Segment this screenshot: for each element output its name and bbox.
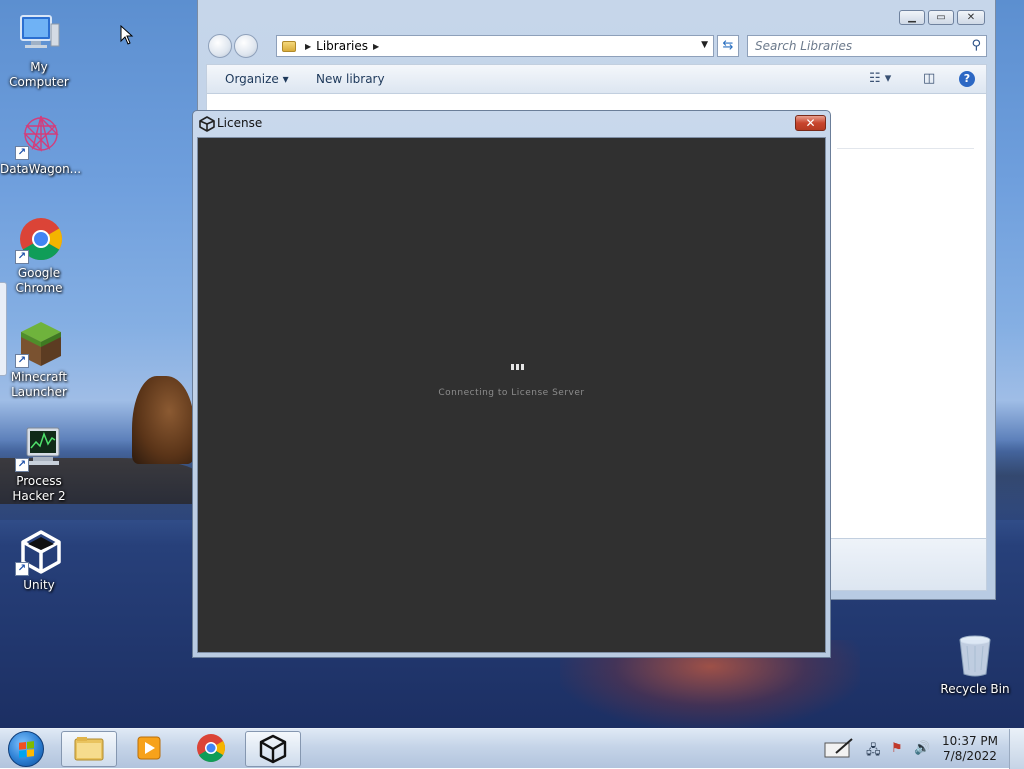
license-dialog[interactable]: License ✕ Connecting to License Server: [192, 110, 831, 658]
content-divider: [837, 148, 974, 149]
taskbar-unity-button[interactable]: [245, 731, 301, 767]
maximize-button[interactable]: ▭: [928, 10, 954, 25]
dialog-client-area: Connecting to License Server: [197, 137, 826, 653]
unity-icon: [259, 734, 287, 764]
desktop-icon-unity[interactable]: ↗ Unity: [0, 528, 78, 593]
organize-label: Organize: [225, 72, 279, 86]
help-icon[interactable]: ?: [959, 71, 975, 87]
chrome-icon: ↗: [15, 216, 63, 264]
back-button[interactable]: [208, 34, 232, 58]
shortcut-arrow-icon: ↗: [15, 354, 29, 368]
desktop-icon-datawagon[interactable]: ↗ DataWagon...: [0, 112, 82, 177]
minimize-button[interactable]: ▁: [899, 10, 925, 25]
volume-icon[interactable]: 🔊: [914, 741, 930, 756]
desktop-icon-label: Recycle Bin: [940, 682, 1010, 696]
pen-tablet-icon[interactable]: [824, 737, 854, 763]
search-icon[interactable]: ⚲: [971, 36, 981, 56]
breadcrumb-arrow-icon[interactable]: ▶: [305, 42, 311, 51]
windows-logo-icon: [19, 741, 34, 758]
taskbar-explorer-button[interactable]: [61, 731, 117, 767]
recycle-bin-icon: [951, 632, 999, 680]
desktop-icon-label: Google Chrome: [15, 266, 63, 295]
minecraft-icon: ↗: [15, 320, 63, 368]
desktop-icon-my-computer[interactable]: My Computer: [0, 10, 78, 90]
desktop-icon-label: DataWagon...: [0, 162, 82, 176]
desktop-icon-label: My Computer: [9, 60, 69, 89]
datawagon-icon: ↗: [15, 112, 63, 160]
media-player-icon: [137, 736, 161, 760]
connection-status-text: Connecting to License Server: [438, 388, 585, 398]
preview-pane-icon[interactable]: ◫: [923, 71, 935, 86]
start-button[interactable]: [8, 731, 44, 767]
process-hacker-icon: ↗: [15, 424, 63, 472]
taskbar-chrome-button[interactable]: [184, 731, 240, 767]
clock-date: 7/8/2022: [943, 749, 997, 763]
clock-time: 10:37 PM: [942, 734, 998, 748]
new-library-button[interactable]: New library: [316, 72, 385, 86]
organize-button[interactable]: Organize ▾: [225, 72, 289, 86]
breadcrumb-libraries[interactable]: Libraries: [316, 39, 368, 53]
dialog-close-button[interactable]: ✕: [795, 115, 826, 131]
desktop-icon-google-chrome[interactable]: ↗ Google Chrome: [0, 216, 78, 296]
system-clock[interactable]: 10:37 PM 7/8/2022: [942, 734, 998, 764]
navigation-bar: ▶ Libraries ▶ ▼ ⇆ Search Libraries ⚲: [206, 33, 987, 59]
desktop-icon-label: Process Hacker 2: [12, 474, 66, 503]
dialog-title: License: [217, 116, 263, 130]
close-button[interactable]: ✕: [957, 10, 985, 25]
unity-icon: ↗: [15, 528, 63, 576]
chrome-icon: [197, 734, 225, 762]
taskbar: 🖧 ⚑ 🔊 10:37 PM 7/8/2022: [0, 728, 1024, 769]
show-desktop-button[interactable]: [1009, 729, 1024, 769]
refresh-button[interactable]: ⇆: [717, 35, 739, 57]
desktop-icon-recycle-bin[interactable]: Recycle Bin: [936, 632, 1014, 697]
view-options-icon[interactable]: ☷ ▾: [869, 71, 891, 86]
desktop-icon-label: Unity: [23, 578, 55, 592]
forward-button[interactable]: [234, 34, 258, 58]
shortcut-arrow-icon: ↗: [15, 146, 29, 160]
network-icon[interactable]: 🖧: [866, 741, 881, 763]
shortcut-arrow-icon: ↗: [15, 562, 29, 576]
address-bar[interactable]: ▶ Libraries ▶ ▼: [276, 35, 714, 57]
computer-icon: [15, 10, 63, 58]
shortcut-arrow-icon: ↗: [15, 458, 29, 472]
unity-title-icon: [199, 116, 215, 132]
search-input[interactable]: Search Libraries ⚲: [747, 35, 987, 57]
loading-spinner-icon: [511, 364, 524, 370]
address-dropdown-icon[interactable]: ▼: [701, 40, 708, 50]
command-bar: Organize ▾ New library ☷ ▾ ◫ ?: [206, 64, 987, 94]
window-controls: ▁ ▭ ✕: [899, 10, 985, 25]
desktop-icon-process-hacker[interactable]: ↗ Process Hacker 2: [0, 424, 78, 504]
sea-stack-rock: [132, 376, 194, 464]
desktop: My Computer ↗ DataWagon... ↗ Google Chro…: [0, 0, 1024, 728]
folder-icon: [74, 737, 104, 761]
desktop-icon-minecraft-launcher[interactable]: ↗ Minecraft Launcher: [0, 320, 78, 400]
action-center-icon[interactable]: ⚑: [891, 741, 903, 756]
breadcrumb-arrow-icon[interactable]: ▶: [373, 42, 379, 51]
search-placeholder: Search Libraries: [755, 39, 853, 53]
taskbar-media-player-button[interactable]: [122, 731, 178, 767]
desktop-icon-label: Minecraft Launcher: [10, 370, 68, 399]
shortcut-arrow-icon: ↗: [15, 250, 29, 264]
libraries-folder-icon: [282, 40, 296, 52]
mouse-cursor-icon: [120, 25, 134, 45]
